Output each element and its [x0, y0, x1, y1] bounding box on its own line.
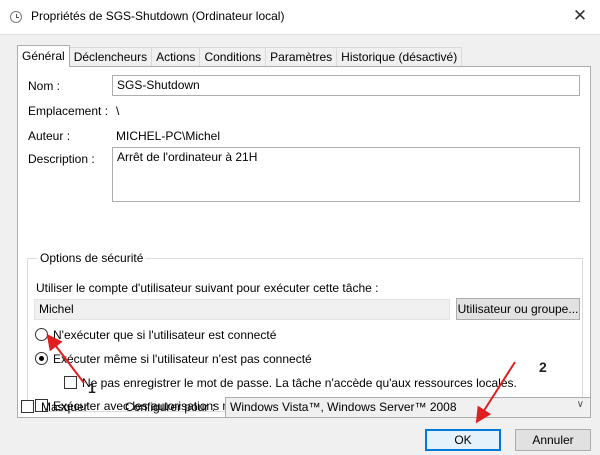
security-options-legend: Options de sécurité [37, 251, 147, 265]
no-store-password-label: Ne pas enregistrer le mot de passe. La t… [82, 376, 517, 390]
tab-strip: Général Déclencheurs Actions Conditions … [17, 45, 463, 67]
user-or-group-button[interactable]: Utilisateur ou groupe... [456, 298, 580, 320]
window-title: Propriétés de SGS-Shutdown (Ordinateur l… [31, 9, 285, 23]
no-store-password-checkbox[interactable] [64, 376, 77, 389]
annotation-marker-1: 1 [88, 380, 96, 396]
location-label: Emplacement : [28, 104, 109, 118]
cancel-button[interactable]: Annuler [515, 429, 591, 451]
radio-only-logged-on[interactable] [35, 328, 48, 341]
account-prompt: Utiliser le compte d'utilisateur suivant… [36, 281, 379, 295]
name-label: Nom : [28, 79, 61, 93]
close-button[interactable]: ✕ [560, 0, 600, 34]
tab-actions[interactable]: Actions [151, 47, 201, 67]
general-panel: Nom : SGS-Shutdown Emplacement : \ Auteu… [17, 66, 591, 418]
tab-conditions[interactable]: Conditions [199, 47, 267, 67]
name-field[interactable]: SGS-Shutdown [112, 75, 580, 96]
description-label: Description : [28, 152, 95, 166]
ok-button[interactable]: OK [425, 429, 501, 451]
location-value: \ [116, 104, 120, 118]
annotation-marker-2: 2 [539, 359, 547, 375]
title-bar: Propriétés de SGS-Shutdown (Ordinateur l… [0, 0, 600, 34]
account-field: Michel [34, 299, 450, 320]
author-label: Auteur : [28, 129, 71, 143]
description-field[interactable]: Arrêt de l'ordinateur à 21H [112, 147, 580, 202]
radio-run-whether-logged-on-label: Exécuter même si l'utilisateur n'est pas… [53, 352, 312, 366]
hidden-label: Masquer [41, 400, 88, 414]
radio-run-whether-logged-on[interactable] [35, 352, 48, 365]
chevron-down-icon: ∨ [576, 399, 584, 410]
configure-for-label: Configurer pour : [125, 400, 216, 414]
tab-general[interactable]: Général [17, 45, 70, 67]
radio-only-logged-on-label: N'exécuter que si l'utilisateur est conn… [53, 328, 277, 342]
tab-history[interactable]: Historique (désactivé) [336, 47, 463, 67]
hidden-checkbox[interactable] [21, 400, 34, 413]
author-value: MICHEL-PC\Michel [116, 129, 221, 143]
configure-for-value: Windows Vista™, Windows Server™ 2008 [230, 400, 457, 414]
configure-for-select[interactable]: Windows Vista™, Windows Server™ 2008 ∨ [225, 397, 591, 418]
tab-triggers[interactable]: Déclencheurs [68, 47, 153, 67]
clock-icon [10, 11, 22, 23]
tab-settings[interactable]: Paramètres [265, 47, 338, 67]
